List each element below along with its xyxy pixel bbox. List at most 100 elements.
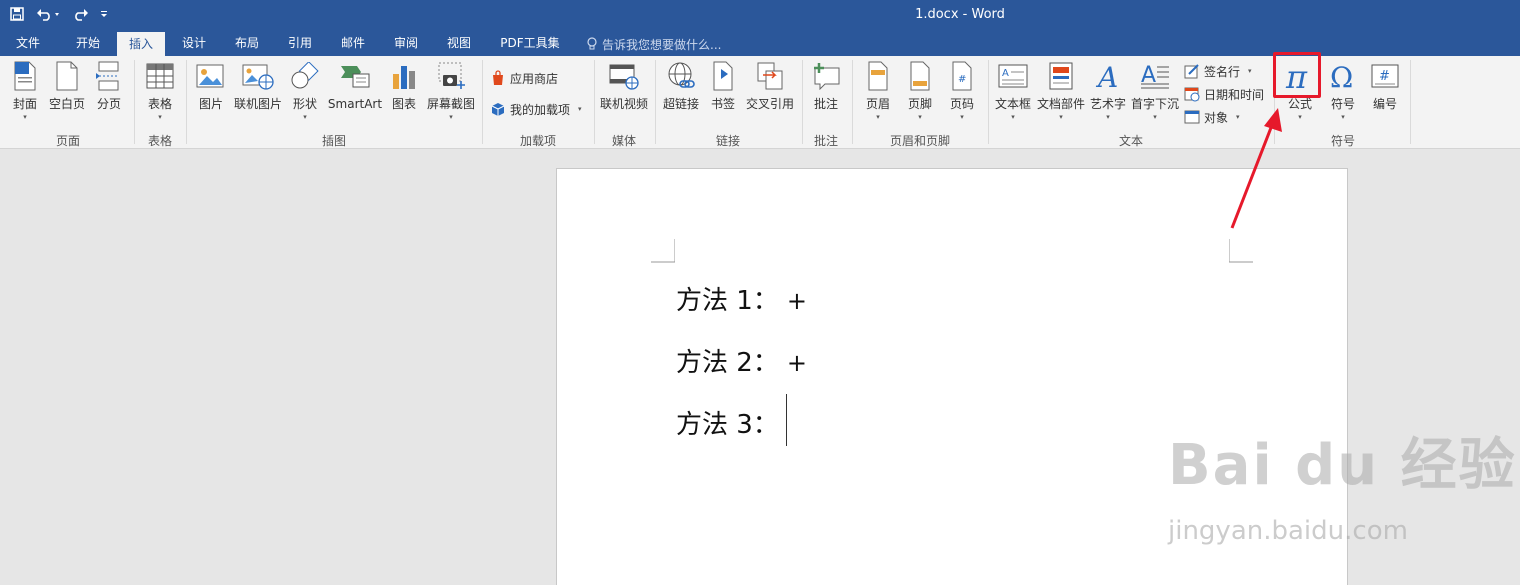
redo-button[interactable]	[70, 3, 92, 25]
svg-text:#: #	[1379, 69, 1390, 84]
paragraph-mark: +	[786, 287, 807, 315]
tell-me-placeholder: 告诉我您想要做什么...	[602, 37, 722, 52]
watermark-url: jingyan.baidu.com	[1168, 516, 1408, 546]
page-number-button[interactable]: # 页码 ▾	[946, 60, 978, 126]
cross-reference-button[interactable]: 交叉引用	[744, 60, 796, 126]
group-label-header-footer: 页眉和页脚	[889, 134, 950, 148]
header-button[interactable]: 页眉 ▾	[862, 60, 894, 126]
customize-qat-button[interactable]	[98, 3, 110, 25]
chevron-down-icon: ▾	[1153, 113, 1157, 121]
undo-button[interactable]	[34, 3, 64, 25]
cover-page-icon	[14, 61, 36, 91]
comment-icon	[814, 63, 840, 90]
online-picture-icon	[242, 64, 274, 90]
number-button[interactable]: # 编号	[1366, 60, 1404, 126]
footer-icon	[910, 61, 930, 91]
tab-pdf-tools[interactable]: PDF工具集	[492, 31, 568, 56]
svg-text:A: A	[1002, 68, 1009, 79]
tab-references[interactable]: 引用	[276, 31, 324, 56]
lightbulb-icon	[587, 37, 597, 50]
bookmark-button[interactable]: 书签	[708, 60, 738, 126]
tab-design[interactable]: 设计	[170, 31, 218, 56]
app-store-button[interactable]: 应用商店	[490, 68, 558, 88]
chevron-down-icon: ▾	[1298, 113, 1302, 121]
paragraph[interactable]: 方法 1： +	[676, 280, 807, 317]
signature-line-button[interactable]: 签名行 ▾	[1184, 61, 1252, 81]
chevron-down-icon: ▾	[158, 113, 162, 121]
group-label-media: 媒体	[611, 134, 636, 148]
online-picture-button[interactable]: 联机图片	[234, 60, 282, 126]
group-label-comments: 批注	[813, 134, 838, 148]
paragraph-mark: +	[786, 349, 807, 377]
undo-icon	[37, 9, 59, 21]
quick-access-toolbar	[6, 3, 110, 25]
redo-icon	[75, 9, 88, 21]
bookmark-icon	[713, 61, 733, 91]
page-number-icon: #	[952, 61, 972, 91]
store-icon	[493, 70, 503, 85]
symbol-button[interactable]: Ω 符号 ▾	[1324, 60, 1362, 126]
shapes-icon	[291, 62, 319, 89]
omega-icon: Ω	[1330, 61, 1353, 91]
group-separator	[186, 60, 187, 144]
tab-view[interactable]: 视图	[435, 31, 483, 56]
group-separator	[134, 60, 135, 144]
tab-mailings[interactable]: 邮件	[329, 31, 377, 56]
chevron-down-icon: ▾	[1059, 113, 1063, 121]
customize-icon	[101, 11, 107, 17]
chevron-down-icon: ▾	[876, 113, 880, 121]
chevron-down-icon: ▾	[1341, 113, 1345, 121]
group-separator	[1410, 60, 1411, 144]
svg-text:A: A	[1095, 62, 1118, 90]
group-label-pages: 页面	[55, 134, 80, 148]
group-label-addins: 加载项	[519, 134, 556, 148]
smartart-button[interactable]: SmartArt	[328, 60, 382, 126]
footer-button[interactable]: 页脚 ▾	[904, 60, 936, 126]
quick-parts-button[interactable]: 文档部件 ▾	[1036, 60, 1086, 126]
smartart-icon	[341, 66, 370, 88]
tab-review[interactable]: 审阅	[382, 31, 430, 56]
group-separator	[594, 60, 595, 144]
chevron-down-icon: ▾	[1106, 113, 1110, 121]
new-comment-button[interactable]: 批注	[808, 60, 844, 126]
chart-button[interactable]: 图表	[388, 60, 420, 126]
textbox-button[interactable]: A 文本框 ▾	[994, 60, 1032, 126]
margin-corner-top-left	[651, 239, 675, 263]
tab-layout[interactable]: 布局	[223, 31, 271, 56]
hyperlink-button[interactable]: 超链接	[660, 60, 702, 126]
group-separator	[852, 60, 853, 144]
picture-button[interactable]: 图片	[194, 60, 228, 126]
chart-icon	[393, 66, 415, 89]
group-separator	[802, 60, 803, 144]
table-button[interactable]: 表格 ▾	[140, 60, 180, 126]
drop-cap-button[interactable]: A 首字下沉 ▾	[1130, 60, 1180, 126]
chevron-down-icon: ▾	[578, 105, 582, 113]
blank-page-icon	[56, 61, 78, 91]
paragraph[interactable]: 方法 3：	[676, 404, 787, 441]
hyperlink-icon	[668, 62, 695, 88]
online-video-icon	[609, 64, 639, 90]
save-button[interactable]	[6, 3, 28, 25]
online-video-button[interactable]: 联机视频	[598, 60, 650, 126]
chevron-down-icon: ▾	[1011, 113, 1015, 121]
tell-me-box[interactable]: 告诉我您想要做什么...	[586, 35, 721, 53]
wordart-button[interactable]: A 艺术字 ▾	[1090, 60, 1126, 126]
tab-home[interactable]: 开始	[64, 31, 112, 56]
paragraph[interactable]: 方法 2： +	[676, 342, 807, 379]
highlight-box	[1273, 52, 1321, 98]
cover-page-button[interactable]: 封面 ▾	[8, 60, 42, 126]
my-addins-button[interactable]: 我的加载项 ▾	[490, 99, 582, 119]
screenshot-button[interactable]: 屏幕截图 ▾	[426, 60, 476, 126]
group-label-links: 链接	[715, 134, 740, 148]
group-separator	[988, 60, 989, 144]
object-icon	[1184, 110, 1200, 124]
tab-insert[interactable]: 插入	[117, 32, 165, 56]
shapes-button[interactable]: 形状 ▾	[288, 60, 322, 126]
signature-icon	[1184, 64, 1199, 79]
table-icon	[146, 63, 174, 89]
page-break-button[interactable]: 分页	[92, 60, 126, 126]
blank-page-button[interactable]: 空白页	[48, 60, 86, 126]
tab-file[interactable]: 文件	[6, 31, 50, 56]
screenshot-icon	[438, 62, 465, 89]
group-label-tables: 表格	[147, 134, 172, 148]
